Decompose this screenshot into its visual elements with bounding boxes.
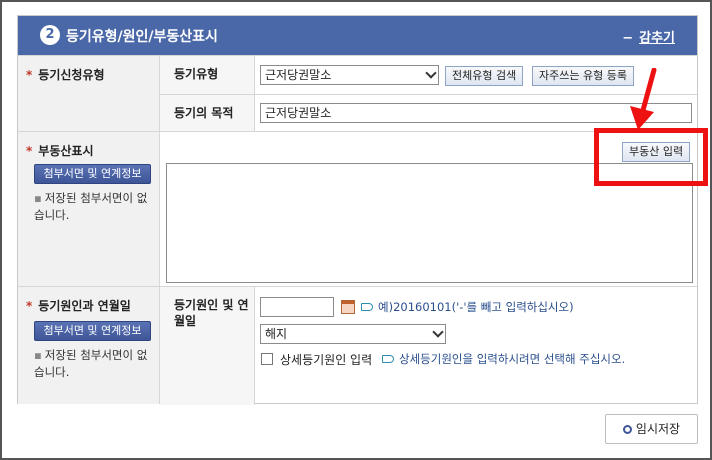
label-cause: 등기원인과 연월일 bbox=[38, 299, 131, 313]
required-mark: * bbox=[26, 299, 33, 313]
register-frequent-type-button[interactable]: 자주쓰는 유형 등록 bbox=[532, 66, 634, 86]
row-registration-type: * 등기신청유형 등기유형 등기의 목적 근저당권말소 전체유형 검색 자주쓰는 … bbox=[18, 55, 697, 132]
sublabel-cell: 등기의 목적 bbox=[160, 94, 255, 132]
sublabel-cell: 등기원인 및 연월일 bbox=[160, 287, 255, 405]
section-panel: 2 등기유형/원인/부동산표시 − 감추기 * 등기신청유형 등기유형 등기의 목적… bbox=[17, 15, 698, 405]
required-mark: * bbox=[26, 68, 33, 82]
attachment-note: ▪ 저장된 첨부서면이 없습니다. bbox=[34, 348, 148, 379]
collapse-label: 감추기 bbox=[639, 31, 675, 46]
cause-select[interactable]: 해지 bbox=[260, 324, 446, 344]
row-label-cell: * 등기신청유형 bbox=[18, 56, 160, 131]
collapse-button[interactable]: − 감추기 bbox=[622, 27, 675, 46]
circle-icon bbox=[622, 425, 632, 434]
highlight-arrow-icon bbox=[630, 68, 657, 130]
date-hint: 예)20160101('-'를 빼고 입력하십시오) bbox=[378, 300, 574, 314]
temp-save-button[interactable]: 임시저장 bbox=[605, 414, 698, 444]
label-registration-type: 등기신청유형 bbox=[38, 68, 105, 82]
chevron-down-icon bbox=[425, 67, 437, 79]
type-select[interactable]: 근저당권말소 bbox=[260, 65, 439, 85]
label-type: 등기유형 bbox=[174, 67, 219, 81]
row-label-cell: * 부동산표시 첨부서면 및 연계정보 ▪ 저장된 첨부서면이 없습니다. bbox=[18, 132, 160, 286]
attachment-note: ▪ 저장된 첨부서면이 없습니다. bbox=[34, 191, 148, 222]
hint-arrow-icon bbox=[382, 355, 394, 363]
detail-cause-hint: 상세등기원인을 입력하시려면 선택해 주십시오. bbox=[399, 352, 626, 366]
row-cause: * 등기원인과 연월일 첨부서면 및 연계정보 ▪ 저장된 첨부서면이 없습니다. … bbox=[18, 286, 697, 405]
section-title: 등기유형/원인/부동산표시 bbox=[66, 29, 218, 45]
sublabel-cell: 등기유형 bbox=[160, 56, 255, 94]
hint-arrow-icon bbox=[361, 303, 373, 311]
attachment-info-button[interactable]: 첨부서면 및 연계정보 bbox=[34, 164, 151, 184]
label-cause-date: 등기원인 및 연월일 bbox=[174, 298, 249, 328]
label-property: 부동산표시 bbox=[38, 144, 94, 158]
date-field[interactable] bbox=[260, 297, 334, 317]
all-types-search-button[interactable]: 전체유형 검색 bbox=[445, 66, 524, 86]
calendar-icon[interactable] bbox=[341, 300, 355, 314]
detail-cause-checkbox[interactable] bbox=[261, 353, 273, 365]
attachment-info-button[interactable]: 첨부서면 및 연계정보 bbox=[34, 321, 151, 341]
required-mark: * bbox=[26, 144, 33, 158]
step-number-badge: 2 bbox=[40, 25, 60, 45]
highlight-box bbox=[594, 128, 708, 186]
chevron-down-icon bbox=[432, 326, 444, 338]
minus-icon: − bbox=[622, 31, 634, 46]
detail-cause-label: 상세등기원인 입력 bbox=[280, 353, 373, 367]
label-purpose: 등기의 목적 bbox=[174, 106, 234, 120]
section-header: 2 등기유형/원인/부동산표시 − 감추기 bbox=[18, 16, 697, 55]
row-label-cell: * 등기원인과 연월일 첨부서면 및 연계정보 ▪ 저장된 첨부서면이 없습니다. bbox=[18, 287, 160, 404]
